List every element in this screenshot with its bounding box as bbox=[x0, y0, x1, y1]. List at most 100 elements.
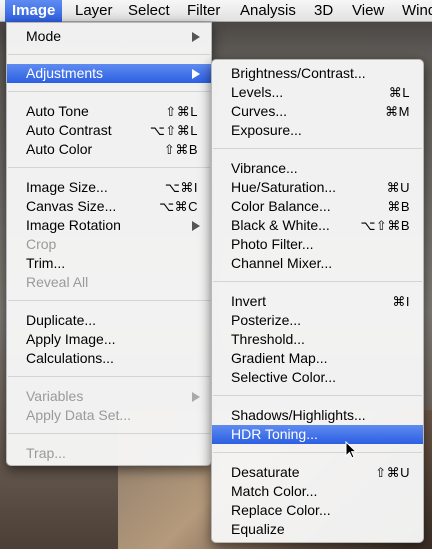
menu-item-vibrance[interactable]: Vibrance... bbox=[212, 159, 423, 178]
menu-item-label: Match Color... bbox=[231, 483, 318, 499]
shortcut-label: ⌘M bbox=[385, 104, 410, 119]
menu-item-label: Crop bbox=[26, 236, 57, 252]
menu-item-label: Vibrance... bbox=[231, 160, 298, 176]
menu-item-auto-contrast[interactable]: Auto Contrast ⌥⇧⌘L bbox=[7, 121, 211, 140]
menu-item-label: Brightness/Contrast... bbox=[231, 65, 366, 81]
menu-item-label: Desaturate bbox=[231, 464, 300, 480]
menu-item-reveal-all[interactable]: Reveal All bbox=[7, 273, 211, 292]
submenu-arrow-icon bbox=[192, 392, 200, 402]
menu-item-label: Apply Data Set... bbox=[26, 407, 132, 423]
menu-item-photo-filter[interactable]: Photo Filter... bbox=[212, 235, 423, 254]
menu-analysis[interactable]: Analysis bbox=[233, 0, 303, 22]
menu-item-label: Adjustments bbox=[26, 65, 104, 81]
menu-bar: Image Layer Select Filter Analysis 3D Vi… bbox=[0, 0, 432, 22]
menu-item-label: Trap... bbox=[26, 445, 66, 461]
menu-item-replace-color[interactable]: Replace Color... bbox=[212, 501, 423, 520]
menu-item-match-color[interactable]: Match Color... bbox=[212, 482, 423, 501]
menu-item-auto-color[interactable]: Auto Color ⇧⌘B bbox=[7, 140, 211, 159]
menu-item-label: Auto Tone bbox=[26, 103, 89, 119]
shortcut-label: ⌘B bbox=[387, 199, 410, 214]
menu-image[interactable]: Image bbox=[5, 0, 63, 22]
menu-separator bbox=[8, 91, 210, 92]
menu-item-label: Photo Filter... bbox=[231, 236, 314, 252]
menu-separator bbox=[213, 281, 422, 282]
mouse-pointer-icon bbox=[345, 441, 357, 459]
menu-item-label: Auto Color bbox=[26, 141, 93, 157]
submenu-arrow-icon bbox=[192, 221, 200, 231]
menu-item-brightness-contrast[interactable]: Brightness/Contrast... bbox=[212, 64, 423, 83]
menu-item-hue-saturation[interactable]: Hue/Saturation... ⌘U bbox=[212, 178, 423, 197]
menu-item-label: Image Rotation bbox=[26, 217, 121, 233]
menu-separator bbox=[213, 148, 422, 149]
menu-item-label: Canvas Size... bbox=[26, 198, 117, 214]
menu-item-selective-color[interactable]: Selective Color... bbox=[212, 368, 423, 387]
menu-item-posterize[interactable]: Posterize... bbox=[212, 311, 423, 330]
menu-item-hdr-toning[interactable]: HDR Toning... bbox=[212, 425, 423, 444]
menu-filter[interactable]: Filter bbox=[180, 0, 227, 22]
menu-item-label: Levels... bbox=[231, 84, 284, 100]
menu-separator bbox=[8, 433, 210, 434]
menu-item-label: HDR Toning... bbox=[231, 426, 318, 442]
menu-item-auto-tone[interactable]: Auto Tone ⇧⌘L bbox=[7, 102, 211, 121]
menu-item-threshold[interactable]: Threshold... bbox=[212, 330, 423, 349]
menu-item-black-white[interactable]: Black & White... ⌥⇧⌘B bbox=[212, 216, 423, 235]
menu-item-label: Auto Contrast bbox=[26, 122, 112, 138]
menu-item-label: Selective Color... bbox=[231, 369, 337, 385]
menu-item-gradient-map[interactable]: Gradient Map... bbox=[212, 349, 423, 368]
menu-item-apply-image[interactable]: Apply Image... bbox=[7, 330, 211, 349]
menu-separator bbox=[8, 300, 210, 301]
menu-item-label: Channel Mixer... bbox=[231, 255, 333, 271]
menu-item-label: Gradient Map... bbox=[231, 350, 328, 366]
menu-item-label: Trim... bbox=[26, 255, 66, 271]
menu-item-adjustments[interactable]: Adjustments bbox=[7, 64, 211, 83]
menu-item-equalize[interactable]: Equalize bbox=[212, 520, 423, 539]
menu-item-crop[interactable]: Crop bbox=[7, 235, 211, 254]
submenu-arrow-icon bbox=[192, 69, 200, 79]
shortcut-label: ⌘L bbox=[388, 85, 410, 100]
shortcut-label: ⌥⌘I bbox=[164, 180, 198, 195]
menu-item-image-rotation[interactable]: Image Rotation bbox=[7, 216, 211, 235]
menu-layer[interactable]: Layer bbox=[68, 0, 120, 22]
menu-select[interactable]: Select bbox=[121, 0, 177, 22]
menu-item-shadows-highlights[interactable]: Shadows/Highlights... bbox=[212, 406, 423, 425]
menu-item-label: Mode bbox=[26, 28, 62, 44]
shortcut-label: ⌥⇧⌘B bbox=[360, 218, 410, 233]
shortcut-label: ⇧⌘L bbox=[165, 104, 198, 119]
menu-item-label: Replace Color... bbox=[231, 502, 331, 518]
menu-item-apply-data-set[interactable]: Apply Data Set... bbox=[7, 406, 211, 425]
shortcut-label: ⇧⌘U bbox=[375, 465, 410, 480]
menu-item-levels[interactable]: Levels... ⌘L bbox=[212, 83, 423, 102]
menu-item-curves[interactable]: Curves... ⌘M bbox=[212, 102, 423, 121]
menu-separator bbox=[8, 376, 210, 377]
menu-item-channel-mixer[interactable]: Channel Mixer... bbox=[212, 254, 423, 273]
menu-item-invert[interactable]: Invert ⌘I bbox=[212, 292, 423, 311]
menu-item-variables[interactable]: Variables bbox=[7, 387, 211, 406]
menu-item-label: Reveal All bbox=[26, 274, 89, 290]
menu-item-label: Duplicate... bbox=[26, 312, 97, 328]
menu-item-label: Exposure... bbox=[231, 122, 302, 138]
menu-item-exposure[interactable]: Exposure... bbox=[212, 121, 423, 140]
menu-item-desaturate[interactable]: Desaturate ⇧⌘U bbox=[212, 463, 423, 482]
menu-item-trap[interactable]: Trap... bbox=[7, 444, 211, 463]
menu-item-color-balance[interactable]: Color Balance... ⌘B bbox=[212, 197, 423, 216]
menu-item-trim[interactable]: Trim... bbox=[7, 254, 211, 273]
menu-item-label: Shadows/Highlights... bbox=[231, 407, 366, 423]
menu-item-label: Hue/Saturation... bbox=[231, 179, 337, 195]
shortcut-label: ⌘U bbox=[386, 180, 410, 195]
menu-item-label: Image Size... bbox=[26, 179, 108, 195]
menu-item-mode[interactable]: Mode bbox=[7, 27, 211, 46]
menu-item-image-size[interactable]: Image Size... ⌥⌘I bbox=[7, 178, 211, 197]
menu-item-label: Equalize bbox=[231, 521, 285, 537]
menu-window[interactable]: Wind bbox=[395, 0, 432, 22]
menu-item-label: Variables bbox=[26, 388, 84, 404]
shortcut-label: ⌘I bbox=[392, 294, 410, 309]
adjustments-submenu: Brightness/Contrast... Levels... ⌘L Curv… bbox=[211, 59, 424, 543]
menu-separator bbox=[213, 395, 422, 396]
menu-view[interactable]: View bbox=[345, 0, 391, 22]
menu-3d[interactable]: 3D bbox=[307, 0, 340, 22]
shortcut-label: ⌥⇧⌘L bbox=[149, 123, 198, 138]
menu-item-calculations[interactable]: Calculations... bbox=[7, 349, 211, 368]
menu-item-duplicate[interactable]: Duplicate... bbox=[7, 311, 211, 330]
menu-item-canvas-size[interactable]: Canvas Size... ⌥⌘C bbox=[7, 197, 211, 216]
shortcut-label: ⌥⌘C bbox=[159, 199, 198, 214]
